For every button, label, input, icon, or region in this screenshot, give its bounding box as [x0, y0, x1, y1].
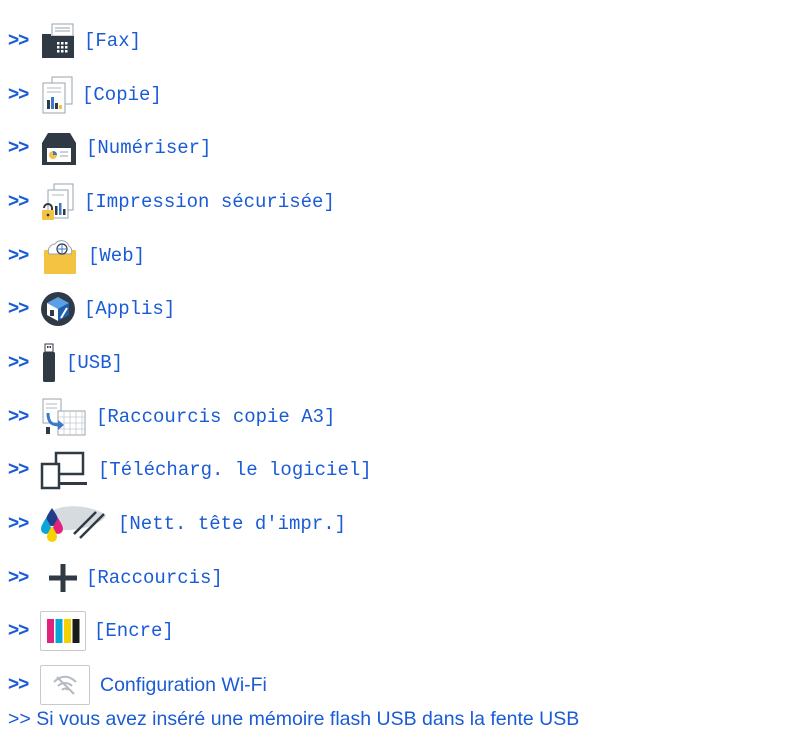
link-arrow[interactable]: >> — [8, 620, 40, 642]
fax-icon — [40, 22, 76, 60]
link-arrow[interactable]: >> — [8, 459, 40, 481]
copy-icon — [40, 75, 74, 115]
menu-item-wifi-setup[interactable]: >> Configuration Wi-Fi — [8, 658, 788, 712]
menu-item-scan[interactable]: >> [Numériser] — [8, 121, 788, 175]
menu-item-label[interactable]: [Applis] — [84, 298, 175, 320]
link-arrow[interactable]: >> — [8, 191, 40, 213]
link-arrow[interactable]: >> — [8, 245, 40, 267]
menu-item-secure-print[interactable]: >> [Impression sécurisée] — [8, 175, 788, 229]
menu-item-label[interactable]: [Raccourcis copie A3] — [96, 406, 335, 428]
menu-item-fax[interactable]: >> [Fax] — [8, 14, 788, 68]
menu-item-label[interactable]: [Télécharg. le logiciel] — [98, 459, 372, 481]
link-arrow[interactable]: >> — [8, 84, 40, 106]
menu-item-apps[interactable]: >> [Applis] — [8, 282, 788, 336]
menu-item-shortcuts[interactable]: >> [Raccourcis] — [8, 551, 788, 605]
menu-item-label[interactable]: [Encre] — [94, 620, 174, 642]
apps-icon — [40, 290, 76, 328]
menu-item-label[interactable]: [Web] — [88, 245, 145, 267]
menu-item-web[interactable]: >> [Web] — [8, 229, 788, 283]
a3-copy-shortcut-icon — [40, 397, 88, 437]
menu-item-ink[interactable]: >> [Encre] — [8, 605, 788, 659]
menu-item-label[interactable]: [USB] — [66, 352, 123, 374]
menu-item-print-head-cleaning[interactable]: >> [Nett. tête d'impr.] — [8, 497, 788, 551]
menu-item-label[interactable]: Configuration Wi-Fi — [100, 674, 267, 697]
menu-item-copy[interactable]: >> [Copie] — [8, 68, 788, 122]
menu-list: >> [Fax] >> [Copie] >> [Numériser] >> [I… — [8, 14, 788, 734]
menu-item-label[interactable]: [Copie] — [82, 84, 162, 106]
menu-item-label[interactable]: [Fax] — [84, 30, 141, 52]
link-arrow[interactable]: >> — [8, 137, 40, 159]
ink-icon — [40, 611, 86, 652]
menu-item-usb[interactable]: >> [USB] — [8, 336, 788, 390]
link-arrow[interactable]: >> — [8, 674, 40, 696]
menu-item-a3-copy-shortcut[interactable]: >> [Raccourcis copie A3] — [8, 390, 788, 444]
menu-item-label[interactable]: [Numériser] — [86, 137, 211, 159]
menu-item-download-software[interactable]: >> [Télécharg. le logiciel] — [8, 444, 788, 498]
plus-icon — [48, 563, 78, 593]
download-software-icon — [40, 450, 90, 490]
link-arrow[interactable]: >> — [8, 406, 40, 428]
wifi-off-icon — [40, 665, 90, 706]
usb-flash-link[interactable]: >> Si vous avez inséré une mémoire flash… — [8, 708, 579, 731]
scan-icon — [40, 129, 78, 167]
footer-link-row[interactable]: >> Si vous avez inséré une mémoire flash… — [8, 706, 788, 734]
menu-item-label[interactable]: [Impression sécurisée] — [84, 191, 335, 213]
link-arrow[interactable]: >> — [8, 352, 40, 374]
menu-item-label[interactable]: [Raccourcis] — [86, 567, 223, 589]
link-arrow[interactable]: >> — [8, 567, 40, 589]
menu-item-label[interactable]: [Nett. tête d'impr.] — [118, 513, 346, 535]
link-arrow[interactable]: >> — [8, 298, 40, 320]
usb-icon — [40, 343, 58, 383]
web-icon — [40, 236, 80, 276]
link-arrow[interactable]: >> — [8, 513, 40, 535]
secure-print-icon — [40, 182, 76, 222]
print-head-cleaning-icon — [40, 504, 110, 544]
link-arrow[interactable]: >> — [8, 30, 40, 52]
